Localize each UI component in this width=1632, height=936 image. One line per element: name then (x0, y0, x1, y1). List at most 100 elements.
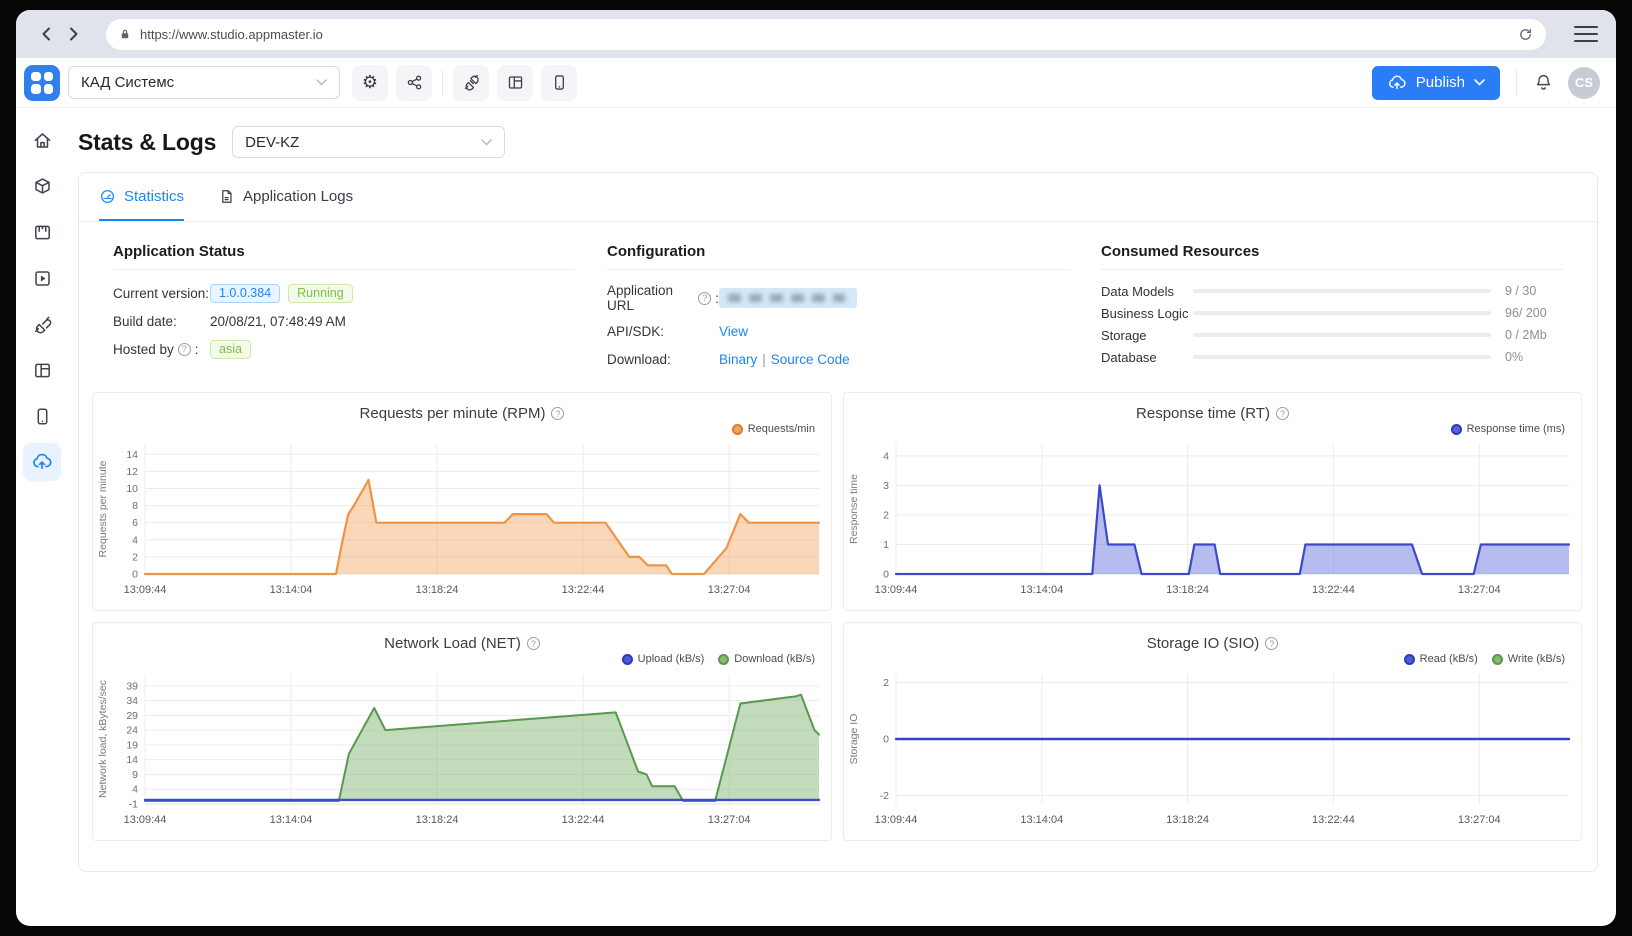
phone-icon (550, 73, 569, 92)
notifications-button[interactable] (1533, 72, 1554, 93)
sidebar-item-home[interactable] (23, 121, 61, 159)
sidebar-item-web-app[interactable] (23, 351, 61, 389)
svg-text:13:27:04: 13:27:04 (1458, 814, 1501, 826)
help-icon[interactable] (1276, 407, 1289, 420)
plug-icon (462, 73, 481, 92)
mobile-designer-button[interactable] (541, 65, 577, 101)
rpm-chart: 0246810121413:09:4413:14:0413:18:2413:22… (95, 438, 829, 606)
address-url: https://www.studio.appmaster.io (140, 27, 1518, 42)
download-binary-link[interactable]: Binary (719, 352, 757, 367)
resource-value: 0% (1505, 350, 1563, 364)
sidebar (16, 108, 68, 926)
browser-back-button[interactable] (34, 21, 60, 47)
environment-selector-value: DEV-KZ (245, 134, 299, 151)
download-source-code-link[interactable]: Source Code (771, 352, 850, 367)
play-square-icon (32, 268, 53, 289)
web-designer-button[interactable] (497, 65, 533, 101)
svg-text:0: 0 (883, 569, 889, 581)
app-header: КАД Системс ⚙ Publish CS (16, 58, 1616, 108)
environment-selector[interactable]: DEV-KZ (232, 126, 505, 158)
refresh-icon[interactable] (1518, 27, 1533, 42)
api-sdk-view-link[interactable]: View (719, 324, 748, 339)
sidebar-item-deploy-stats[interactable] (23, 443, 61, 481)
svg-text:13:14:04: 13:14:04 (1020, 814, 1063, 826)
svg-text:13:22:44: 13:22:44 (562, 584, 605, 596)
sidebar-item-business-processes[interactable] (23, 213, 61, 251)
svg-text:8: 8 (132, 500, 138, 512)
publish-button[interactable]: Publish (1372, 66, 1500, 100)
share-icon (405, 73, 424, 92)
settings-button[interactable]: ⚙ (352, 65, 388, 101)
cube-icon (32, 176, 53, 197)
rt-chart: 0123413:09:4413:14:0413:18:2413:22:4413:… (846, 438, 1579, 606)
svg-text:13:14:04: 13:14:04 (270, 814, 313, 826)
svg-text:Network load, kBytes/sec: Network load, kBytes/sec (97, 680, 109, 798)
modules-button[interactable] (453, 65, 489, 101)
resource-value: 96/ 200 (1505, 306, 1563, 320)
chart-card-rt: Response time (RT) Response time (ms) 01… (843, 392, 1582, 611)
browser-forward-button[interactable] (60, 21, 86, 47)
section-title: Application Status (113, 222, 575, 270)
browser-address-bar[interactable]: https://www.studio.appmaster.io (106, 19, 1546, 50)
build-date-row: Build date: 20/08/21, 07:48:49 AM (113, 311, 575, 331)
svg-text:2: 2 (883, 509, 889, 521)
application-url-redacted-value[interactable] (719, 288, 857, 308)
appmaster-logo[interactable] (24, 65, 60, 101)
user-avatar[interactable]: CS (1568, 67, 1600, 99)
chart-card-sio: Storage IO (SIO) Read (kB/s) Write (kB/s… (843, 622, 1582, 841)
svg-text:13:22:44: 13:22:44 (1312, 584, 1355, 596)
svg-text:0: 0 (132, 569, 138, 581)
legend-dot (1451, 424, 1462, 435)
resource-value: 0 / 2Mb (1505, 328, 1563, 342)
help-icon[interactable] (527, 637, 540, 650)
legend-dot (732, 424, 743, 435)
avatar-initials: CS (1575, 75, 1593, 90)
browser-chrome: https://www.studio.appmaster.io (16, 10, 1616, 58)
tabs: Statistics Application Logs (79, 173, 1597, 222)
download-label: Download: (607, 352, 719, 367)
sidebar-item-data-models[interactable] (23, 167, 61, 205)
tab-application-logs[interactable]: Application Logs (218, 173, 353, 221)
svg-text:19: 19 (126, 739, 138, 751)
tab-statistics[interactable]: Statistics (99, 173, 184, 221)
chart-title: Network Load (NET) (384, 635, 521, 652)
svg-text:4: 4 (132, 534, 138, 546)
progress-bar (1193, 333, 1491, 337)
help-icon[interactable] (1265, 637, 1278, 650)
sidebar-item-modules[interactable] (23, 305, 61, 343)
section-title: Consumed Resources (1101, 222, 1563, 270)
help-icon[interactable] (698, 292, 711, 305)
hosted-by-badge: asia (210, 340, 251, 359)
legend-label: Upload (kB/s) (638, 653, 705, 665)
svg-text:34: 34 (126, 695, 138, 707)
sio-chart: -20213:09:4413:14:0413:18:2413:22:4413:2… (846, 668, 1579, 836)
main-content: Stats & Logs DEV-KZ Statistics Applicati… (68, 108, 1616, 926)
browser-menu-button[interactable] (1574, 26, 1598, 42)
share-button[interactable] (396, 65, 432, 101)
svg-text:13:09:44: 13:09:44 (875, 814, 918, 826)
sidebar-item-mobile-app[interactable] (23, 397, 61, 435)
svg-text:24: 24 (126, 725, 138, 737)
plug-icon (32, 314, 53, 335)
help-icon[interactable] (178, 343, 191, 356)
configuration-section: Configuration Application URL : (607, 222, 1069, 382)
svg-text:39: 39 (126, 680, 138, 692)
sidebar-item-endpoints[interactable] (23, 259, 61, 297)
version-badge: 1.0.0.384 (210, 284, 280, 303)
cloud-upload-icon (31, 451, 53, 473)
svg-text:14: 14 (126, 449, 138, 461)
layout-icon (506, 73, 525, 92)
status-badge: Running (288, 284, 353, 303)
help-icon[interactable] (551, 407, 564, 420)
gear-icon: ⚙ (362, 74, 378, 92)
svg-text:13:27:04: 13:27:04 (708, 584, 751, 596)
resource-row: Data Models 9 / 30 (1101, 283, 1563, 299)
chart-legend: Requests/min (93, 422, 831, 436)
section-title: Configuration (607, 222, 1069, 270)
tab-label: Statistics (124, 188, 184, 205)
legend-dot (622, 654, 633, 665)
application-url-row: Application URL : (607, 283, 1069, 313)
legend-label: Requests/min (748, 423, 815, 435)
progress-bar (1193, 311, 1491, 315)
project-selector[interactable]: КАД Системс (68, 66, 340, 99)
